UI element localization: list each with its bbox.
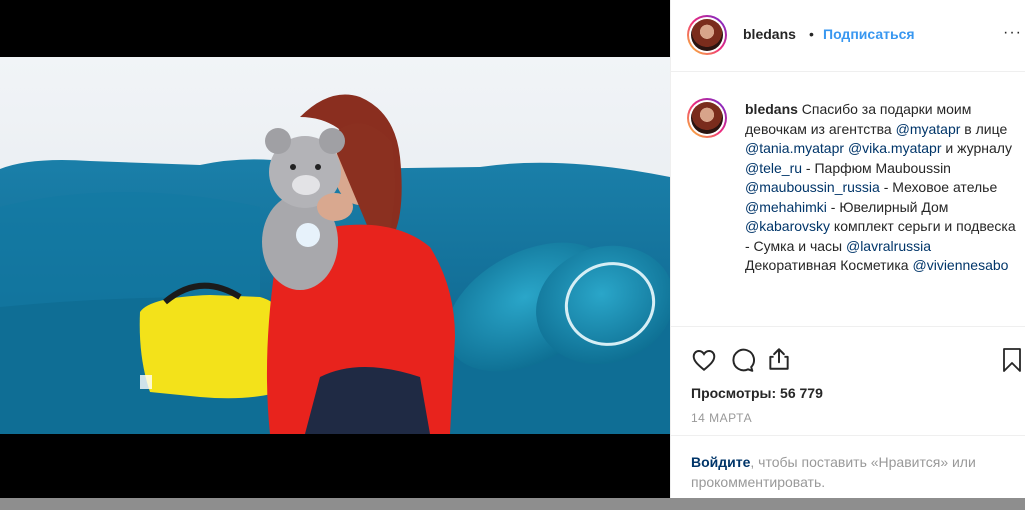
comments-list[interactable]: bledans Спасибо за подарки моим девочкам…	[671, 72, 1025, 326]
post-caption: bledans Спасибо за подарки моим девочкам…	[745, 100, 1021, 276]
post-date[interactable]: 14 МАРТА	[691, 411, 752, 425]
follow-button[interactable]: Подписаться	[823, 26, 915, 42]
mention-link[interactable]: @tele_ru	[745, 160, 802, 176]
comment-icon[interactable]	[729, 347, 755, 373]
views-count: Просмотры: 56 779	[691, 385, 823, 401]
mention-link[interactable]: @myatapr	[896, 121, 961, 137]
mention-link[interactable]: @kabarovsky	[745, 218, 830, 234]
mention-link[interactable]: @lavralrussia	[846, 238, 931, 254]
bookmark-icon[interactable]	[1000, 347, 1024, 373]
caption-avatar[interactable]	[687, 98, 727, 138]
instagram-post: bledans • Подписаться ··· bledans Спасиб…	[0, 0, 1025, 498]
page-footer-strip	[0, 498, 1025, 510]
post-sidebar: bledans • Подписаться ··· bledans Спасиб…	[670, 0, 1025, 498]
video-frame[interactable]	[0, 57, 670, 434]
post-actions: Просмотры: 56 779 14 МАРТА Войдите, чтоб…	[671, 326, 1025, 499]
share-icon[interactable]	[766, 346, 792, 372]
caption-segment: - Ювелирный Дом	[826, 198, 949, 215]
avatar[interactable]	[687, 15, 727, 55]
mention-link[interactable]: @mauboussin_russia	[745, 179, 880, 195]
caption-segment: - Парфюм Mauboussin	[802, 159, 951, 176]
more-icon[interactable]: ···	[1003, 24, 1022, 42]
caption-segment: в лице	[960, 120, 1008, 137]
mention-link[interactable]: @vika.myatapr	[848, 140, 942, 156]
login-prompt: Войдите, чтобы поставить «Нравится» или …	[671, 435, 1025, 492]
caption-segment: и журналу	[941, 140, 1012, 156]
mention-link[interactable]: @tania.myatapr	[745, 140, 844, 156]
heart-icon[interactable]	[691, 347, 717, 373]
separator-dot: •	[809, 26, 814, 42]
video-still	[0, 57, 670, 434]
caption-segment: - Меховое ателье	[879, 179, 998, 195]
video-player[interactable]	[0, 0, 670, 498]
mention-link[interactable]: @mehahimki	[745, 199, 827, 215]
caption-username[interactable]: bledans	[745, 101, 798, 117]
username-link[interactable]: bledans	[743, 26, 796, 42]
login-link[interactable]: Войдите	[691, 454, 750, 470]
post-header: bledans • Подписаться ···	[671, 0, 1025, 72]
mention-link[interactable]: @viviennesabo	[913, 257, 1009, 273]
caption-text: Спасибо за подарки моим девочкам из аген…	[745, 101, 1016, 273]
caption-segment: Декоративная Косметика	[745, 257, 913, 273]
